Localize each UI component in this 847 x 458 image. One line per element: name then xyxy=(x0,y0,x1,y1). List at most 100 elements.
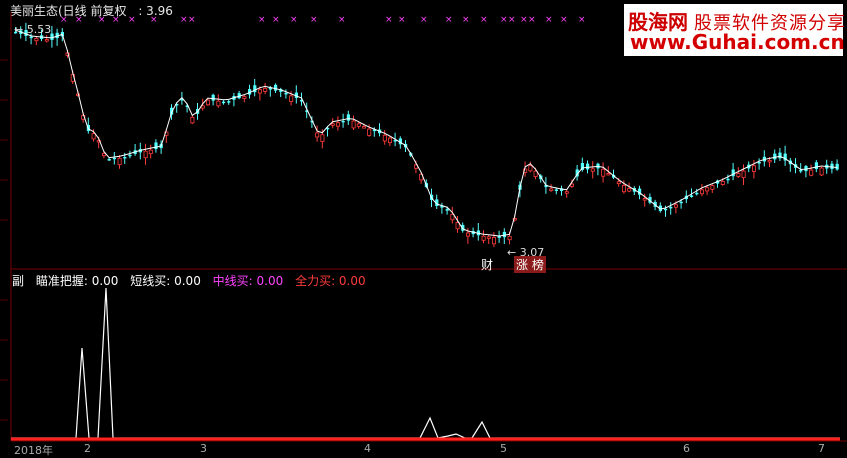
indicator-item-4: 全力买: 0.00 xyxy=(295,274,366,288)
signal-marker: × xyxy=(462,15,470,25)
x-label-7: 7 xyxy=(818,442,825,455)
candle-body xyxy=(674,204,679,208)
candle-body xyxy=(695,192,699,195)
signal-marker: × xyxy=(180,15,188,25)
indicator-item-3: 中线买: 0.00 xyxy=(212,274,284,288)
candle-body xyxy=(690,195,694,197)
signal-marker: × xyxy=(578,15,586,25)
candle-body xyxy=(486,236,491,239)
x-label-6: 6 xyxy=(683,442,690,455)
candle-body xyxy=(361,126,366,129)
x-label-4: 4 xyxy=(364,442,371,455)
candle-body xyxy=(284,92,288,95)
candle-body xyxy=(91,133,96,140)
candle-body xyxy=(741,170,746,178)
candle-body xyxy=(34,38,39,42)
candle-body xyxy=(814,162,818,170)
candle-body xyxy=(830,163,834,170)
candle-body xyxy=(642,198,647,201)
indicator-item-1: 瞄准把握: 0.00 xyxy=(35,274,119,288)
candle-body xyxy=(705,187,710,192)
event-zhangting-marker[interactable]: 涨 榜 xyxy=(514,256,546,273)
candle-body xyxy=(154,142,158,150)
signal-marker: × xyxy=(60,15,68,25)
candle-body xyxy=(549,188,554,191)
candle-body xyxy=(335,122,340,127)
signal-marker: × xyxy=(528,15,536,25)
signal-marker: × xyxy=(272,15,280,25)
candle-body xyxy=(533,170,538,177)
candle-body xyxy=(752,165,757,172)
candle-body xyxy=(123,156,127,159)
candle-body xyxy=(29,36,33,39)
signal-marker: × xyxy=(310,15,318,25)
candlesticks xyxy=(14,22,839,248)
signal-marker: × xyxy=(508,15,516,25)
candle-body xyxy=(205,99,210,106)
x-label-5: 5 xyxy=(500,442,507,455)
signal-marker: × xyxy=(98,15,106,25)
high-label: ← 5.53 xyxy=(14,23,52,36)
candle-body xyxy=(767,159,772,163)
candle-body xyxy=(382,134,387,142)
signal-markers: × × × × × × × × × × × × × × × × × × × × × × × × × × xyxy=(60,15,586,25)
candle-body xyxy=(190,116,195,124)
signal-marker: × xyxy=(128,15,136,25)
signal-marker: × xyxy=(112,15,120,25)
candle-body xyxy=(102,153,107,157)
candle-body xyxy=(356,123,361,127)
candle-body xyxy=(315,132,320,138)
signal-marker: × xyxy=(338,15,346,25)
candle-body xyxy=(622,185,627,193)
signal-marker: × xyxy=(188,15,196,25)
candle-body xyxy=(606,173,611,176)
candle-body xyxy=(481,235,486,241)
signal-marker: × xyxy=(520,15,528,25)
event-cai-marker[interactable]: 财 xyxy=(481,256,493,273)
watermark-url: www.Guhai.com.cn xyxy=(630,30,845,54)
candle-body xyxy=(720,180,725,185)
x-label-year: 2018年 xyxy=(14,444,53,457)
candle-body xyxy=(128,154,132,157)
candle-body xyxy=(669,206,673,209)
candle-body xyxy=(465,232,470,237)
candle-body xyxy=(263,87,268,92)
candle-body xyxy=(726,178,730,181)
candle-body xyxy=(773,153,777,160)
candle-body xyxy=(586,163,590,170)
candle-body xyxy=(819,167,824,176)
candle-body xyxy=(112,157,116,160)
candle-body xyxy=(564,191,569,194)
signal-marker: × xyxy=(290,15,298,25)
signal-marker: × xyxy=(150,15,158,25)
candle-body xyxy=(455,222,460,230)
candle-body xyxy=(242,96,247,99)
stock-chart-window: 美丽生态(日线 前复权 : 3.96 × × × × × × × × × × × × × × × × × × × × ×… xyxy=(0,0,847,457)
candle-body xyxy=(211,94,215,101)
x-label-2: 2 xyxy=(84,442,91,455)
candle-body xyxy=(601,168,606,177)
candle-body xyxy=(799,169,803,172)
price-chart[interactable]: × × × × × × × × × × × × × × × × × × × × × × × × × × xyxy=(0,0,847,455)
candle-body xyxy=(289,95,294,102)
watermark-logo: 股海网 股票软件资源分享 www.Guhai.com.cn xyxy=(624,4,845,56)
candle-body xyxy=(44,39,49,42)
candle-body xyxy=(274,84,278,91)
signal-marker: × xyxy=(545,15,553,25)
candle-body xyxy=(835,163,839,170)
signal-marker: × xyxy=(398,15,406,25)
candle-body xyxy=(330,123,335,126)
candle-body xyxy=(216,100,221,107)
candle-body xyxy=(627,188,632,192)
candle-body xyxy=(528,165,533,172)
candle-body xyxy=(107,158,111,161)
candle-body xyxy=(778,152,782,159)
signal-marker: × xyxy=(258,15,266,25)
candle-body xyxy=(143,150,148,159)
candle-body xyxy=(320,134,325,142)
candle-body xyxy=(346,114,350,121)
signal-marker: × xyxy=(560,15,568,25)
signal-marker: × xyxy=(500,15,508,25)
x-axis: 2018年 2 3 4 5 6 7 xyxy=(0,441,847,457)
indicator-line xyxy=(11,287,840,439)
